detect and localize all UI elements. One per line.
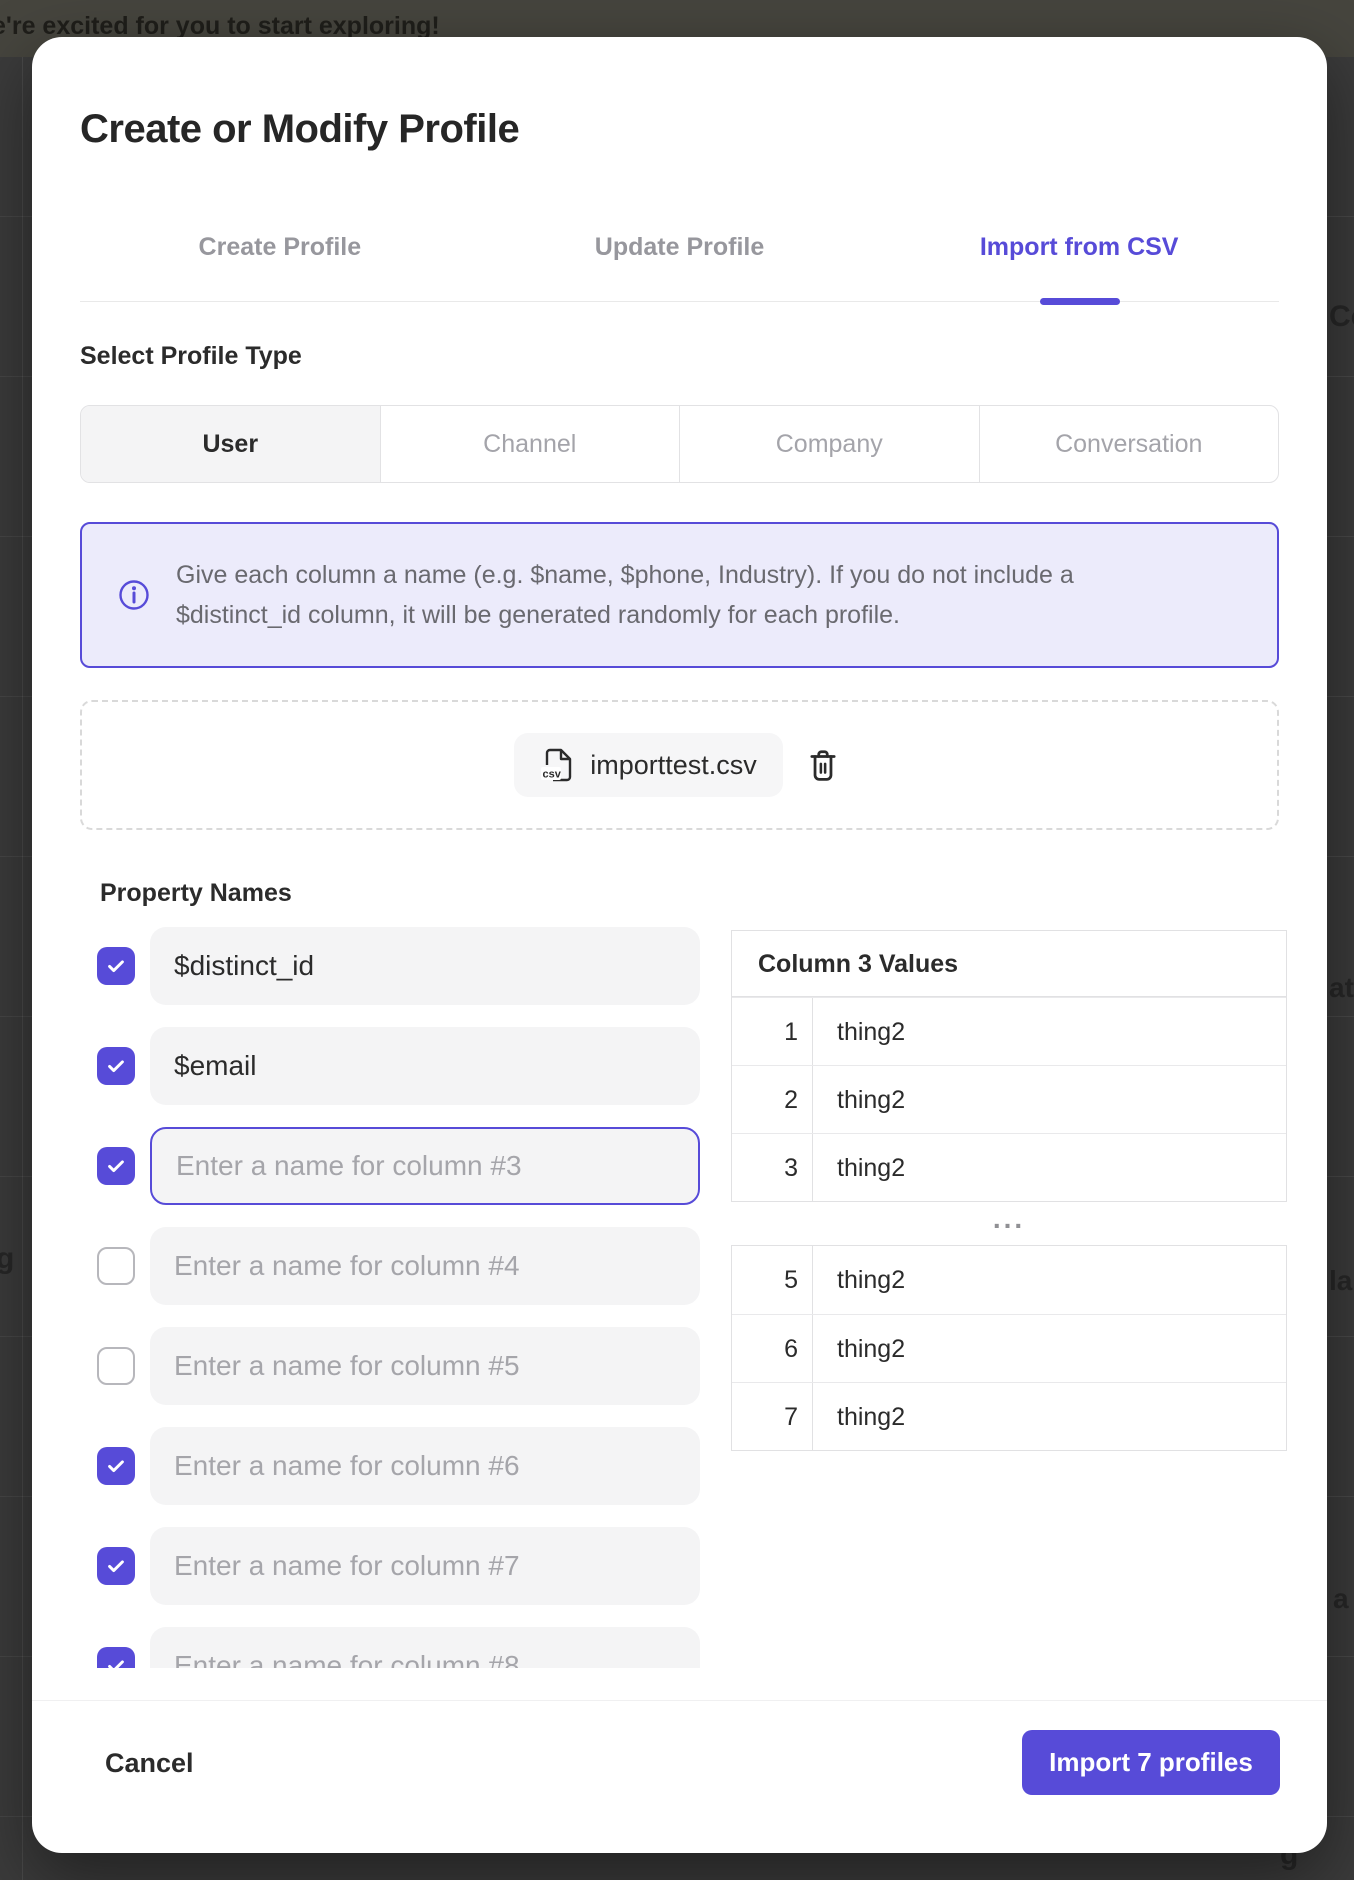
footer-divider — [32, 1700, 1327, 1701]
column-7-name-input[interactable] — [150, 1527, 700, 1605]
table-row: 2 thing2 — [732, 1065, 1286, 1133]
row-number: 3 — [732, 1134, 813, 1201]
column-1-name-input[interactable] — [150, 927, 700, 1005]
table-row: 6 thing2 — [732, 1314, 1286, 1382]
preview-table-bottom: 5 thing2 6 thing2 7 thing2 — [731, 1245, 1287, 1451]
property-names-heading: Property Names — [100, 879, 292, 908]
info-icon — [118, 579, 150, 611]
column-2-name-input[interactable] — [150, 1027, 700, 1105]
property-row-6 — [80, 1427, 700, 1505]
modal-tabs: Create Profile Update Profile Import fro… — [80, 217, 1279, 277]
segment-company[interactable]: Company — [679, 406, 979, 482]
uploaded-file-chip: csv importtest.csv — [514, 733, 783, 797]
row-value: thing2 — [813, 1134, 1286, 1201]
checkbox-column-5[interactable] — [97, 1347, 135, 1385]
delete-file-button[interactable] — [801, 743, 845, 787]
property-row-3 — [80, 1127, 700, 1205]
uploaded-file-name: importtest.csv — [590, 750, 757, 781]
table-row: 5 thing2 — [732, 1246, 1286, 1314]
active-tab-underline — [1040, 298, 1120, 305]
row-value: thing2 — [813, 998, 1286, 1065]
checkbox-column-1[interactable] — [97, 947, 135, 985]
property-row-5 — [80, 1327, 700, 1405]
property-names-list — [80, 917, 700, 1668]
property-row-4 — [80, 1227, 700, 1305]
create-or-modify-profile-modal: Create or Modify Profile Create Profile … — [32, 37, 1327, 1853]
row-number: 5 — [732, 1246, 813, 1314]
row-value: thing2 — [813, 1066, 1286, 1133]
property-row-2 — [80, 1027, 700, 1105]
info-banner: Give each column a name (e.g. $name, $ph… — [80, 522, 1279, 668]
table-row: 1 thing2 — [732, 997, 1286, 1065]
cancel-button[interactable]: Cancel — [105, 1743, 194, 1783]
tab-update-profile[interactable]: Update Profile — [480, 217, 880, 277]
background-text-fragment: lal — [1329, 1265, 1354, 1297]
column-3-name-input[interactable] — [150, 1127, 700, 1205]
background-table-lines-left — [0, 57, 32, 1880]
upload-dropzone[interactable]: csv importtest.csv — [80, 700, 1279, 830]
background-divider-line — [22, 57, 23, 1880]
preview-table-header: Column 3 Values — [732, 931, 1286, 997]
column-5-name-input[interactable] — [150, 1327, 700, 1405]
import-profiles-button[interactable]: Import 7 profiles — [1022, 1730, 1280, 1795]
column-values-preview: Column 3 Values 1 thing2 2 thing2 3 thin… — [731, 930, 1287, 1451]
column-4-name-input[interactable] — [150, 1227, 700, 1305]
tab-import-from-csv[interactable]: Import from CSV — [879, 217, 1279, 277]
table-row: 3 thing2 — [732, 1133, 1286, 1201]
segment-user[interactable]: User — [81, 406, 380, 482]
background-text-fragment: g — [0, 1242, 14, 1276]
checkbox-column-4[interactable] — [97, 1247, 135, 1285]
tab-create-profile[interactable]: Create Profile — [80, 217, 480, 277]
row-value: thing2 — [813, 1246, 1286, 1314]
row-number: 2 — [732, 1066, 813, 1133]
background-text-fragment: ata — [1329, 972, 1354, 1004]
table-row: 7 thing2 — [732, 1382, 1286, 1450]
svg-text:csv: csv — [543, 769, 562, 781]
checkbox-column-7[interactable] — [97, 1547, 135, 1585]
page-title: Create or Modify Profile — [80, 107, 519, 152]
trash-icon — [806, 748, 840, 782]
checkbox-column-2[interactable] — [97, 1047, 135, 1085]
csv-file-icon: csv — [540, 747, 576, 783]
checkbox-column-3[interactable] — [97, 1147, 135, 1185]
segment-conversation[interactable]: Conversation — [979, 406, 1279, 482]
row-value: thing2 — [813, 1383, 1286, 1450]
column-8-name-input[interactable] — [150, 1627, 700, 1668]
property-row-1 — [80, 927, 700, 1005]
segment-channel[interactable]: Channel — [380, 406, 680, 482]
row-number: 6 — [732, 1315, 813, 1382]
property-row-8 — [80, 1627, 700, 1668]
background-text-fragment: a — [1333, 1583, 1349, 1615]
background-text-fragment: Col — [1329, 300, 1354, 334]
property-row-7 — [80, 1527, 700, 1605]
info-text: Give each column a name (e.g. $name, $ph… — [176, 555, 1136, 635]
column-6-name-input[interactable] — [150, 1427, 700, 1505]
row-number: 7 — [732, 1383, 813, 1450]
profile-type-segmented-control: User Channel Company Conversation — [80, 405, 1279, 483]
checkbox-column-8[interactable] — [97, 1647, 135, 1668]
checkbox-column-6[interactable] — [97, 1447, 135, 1485]
row-number: 1 — [732, 998, 813, 1065]
profile-type-label: Select Profile Type — [80, 342, 302, 371]
row-value: thing2 — [813, 1315, 1286, 1382]
rows-ellipsis: ... — [731, 1202, 1287, 1245]
preview-table-top: Column 3 Values 1 thing2 2 thing2 3 thin… — [731, 930, 1287, 1202]
